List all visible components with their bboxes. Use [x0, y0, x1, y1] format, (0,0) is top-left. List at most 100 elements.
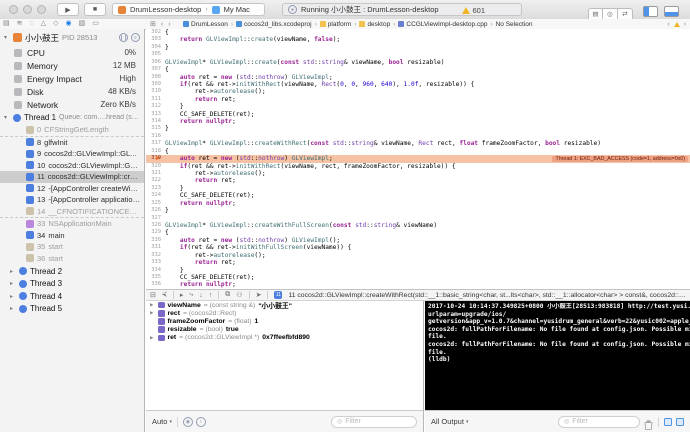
code-line[interactable]: 310 ret->autorelease(); [146, 88, 690, 95]
code-line[interactable]: 329 { [146, 229, 690, 236]
console-filter-field[interactable]: ◎ Filter [558, 415, 640, 428]
breadcrumb-item[interactable]: desktop [359, 21, 390, 28]
show-variables-view-button[interactable] [664, 417, 672, 426]
disclosure-icon[interactable]: ▸ [10, 305, 16, 312]
thread-row[interactable]: ▸ Thread 5 [0, 303, 144, 316]
find-navigator-icon[interactable]: ◌ [30, 19, 34, 29]
code-line[interactable]: 336 return nullptr; [146, 281, 690, 288]
thread-row[interactable]: ▸ Thread 3 [0, 278, 144, 291]
variables-scope-popup[interactable]: Auto ▾ [152, 417, 172, 426]
gauge-row-network[interactable]: Network Zero KB/s [0, 98, 144, 111]
stack-frame-row[interactable]: 13 -[AppController applicationD… [0, 194, 144, 206]
code-line[interactable]: 319 auto ret = new (std::nothrow) GLView… [146, 155, 690, 163]
stack-frame-row[interactable]: 8 glfwInit [0, 137, 144, 149]
disclosure-icon[interactable]: ▸ [10, 293, 16, 300]
disclosure-icon[interactable]: ▶ [150, 302, 155, 308]
disclosure-icon[interactable]: ▾ [4, 114, 10, 121]
breadcrumb-item[interactable]: CCGLViewImpl-desktop.cpp [398, 21, 487, 28]
step-out-icon[interactable]: ↑ [209, 292, 213, 299]
breakpoints-toggle-icon[interactable]: ⮘ [162, 291, 167, 299]
code-line[interactable]: 315} [146, 125, 690, 132]
location-icon[interactable]: ➤ [256, 291, 262, 299]
code-line[interactable]: 311 return ret; [146, 96, 690, 103]
warning-count-badge[interactable]: 601 [462, 6, 485, 15]
variable-row[interactable]: ▶ ret = (cocos2d::GLViewImpl *) 0x7ffeefbfd… [146, 334, 423, 342]
console-scope-popup[interactable]: All Output ▾ [431, 417, 468, 426]
code-line[interactable]: 323 } [146, 185, 690, 192]
thread-row[interactable]: ▸ Thread 2 [0, 265, 144, 278]
source-editor[interactable]: 302{303 return GLViewImpl::create(viewNa… [146, 29, 690, 289]
code-line[interactable]: 322 return ret; [146, 177, 690, 184]
variable-row[interactable]: ▶ viewName = (const string &) "小小鼓王" [146, 301, 423, 311]
breadcrumb-item[interactable]: No Selection [496, 21, 533, 28]
breakpoint-navigator-icon[interactable]: ▧ [79, 19, 86, 29]
code-line[interactable]: 321 ret->autorelease(); [146, 170, 690, 177]
variables-filter-field[interactable]: ◎ Filter [331, 415, 417, 428]
disclosure-icon[interactable]: ▶ [150, 335, 155, 341]
code-line[interactable]: 312 } [146, 103, 690, 110]
thread-row[interactable]: ▸ Thread 4 [0, 290, 144, 303]
previous-issue-icon[interactable]: ‹ [667, 21, 669, 28]
code-line[interactable]: 318 { [146, 148, 690, 155]
code-line[interactable]: 326} [146, 207, 690, 214]
code-line[interactable]: 320 if(ret && ret->initWithRect(viewName… [146, 163, 690, 170]
code-line[interactable]: 324 CC_SAFE_DELETE(ret); [146, 192, 690, 199]
clear-console-icon[interactable] [644, 417, 653, 430]
stack-frame-row[interactable]: 9cocos2d::GLViewImpl::GLViewI… [0, 148, 144, 160]
variable-row[interactable]: ▶ rect = (cocos2d::Rect) [146, 309, 423, 317]
stack-frame-row[interactable]: 14__CFNOTIFICATIONCENTER_I… [0, 206, 144, 218]
run-button[interactable]: ▶ [57, 3, 79, 16]
code-line[interactable]: 304} [146, 44, 690, 51]
code-line[interactable]: 332 ret->autorelease(); [146, 252, 690, 259]
stack-frame-row[interactable]: 33 NSApplicationMain [0, 218, 144, 230]
window-close-button[interactable] [9, 5, 18, 14]
stack-frame-row[interactable]: 0 CFStringGetLength [0, 124, 144, 137]
step-over-icon[interactable]: ⤷ [189, 291, 193, 299]
next-issue-icon[interactable]: › [684, 21, 686, 28]
continue-icon[interactable]: ▸ [180, 291, 184, 299]
scheme-selector[interactable]: DrumLesson-desktop › My Mac [112, 3, 265, 16]
code-line[interactable]: 334 } [146, 267, 690, 274]
variable-row[interactable]: frameZoomFactor = (float) 1 [146, 317, 423, 325]
code-line[interactable]: 309 if(ret && ret->initWithRect(viewName… [146, 81, 690, 88]
breadcrumb-item[interactable]: DrumLesson [183, 21, 228, 28]
code-line[interactable]: 316 [146, 133, 690, 140]
flag-filter-icon[interactable]: ◉ [182, 416, 193, 427]
code-line[interactable]: 313 CC_SAFE_DELETE(ret); [146, 111, 690, 118]
show-console-button[interactable] [676, 417, 684, 426]
variable-row[interactable]: resizable = (bool) true [146, 326, 423, 334]
view-hierarchy-icon[interactable]: ⧉ [225, 291, 230, 299]
pause-icon[interactable]: ❙❙ [119, 33, 128, 42]
gauge-row-energy[interactable]: Energy Impact High [0, 72, 144, 85]
variables-view[interactable]: ▶ viewName = (const string &) "小小鼓王" ▶ rect = … [146, 301, 424, 410]
issue-navigator-icon[interactable]: △ [41, 19, 46, 29]
code-line[interactable]: 303 return GLViewImpl::create(viewName, … [146, 36, 690, 43]
gauge-row-disk[interactable]: Disk 48 KB/s [0, 85, 144, 98]
step-into-icon[interactable]: ↓ [199, 292, 203, 299]
code-line[interactable]: 302 { [146, 29, 690, 36]
disclosure-icon[interactable]: ▸ [10, 280, 16, 287]
code-line[interactable]: 327 [146, 215, 690, 222]
stack-frame-row[interactable]: 34 main [0, 230, 144, 242]
info-filter-icon[interactable]: i [195, 416, 206, 427]
code-line[interactable]: 305 [146, 51, 690, 58]
stop-button[interactable]: ■ [84, 3, 106, 16]
code-line[interactable]: 306 GLViewImpl* GLViewImpl::create(const … [146, 59, 690, 66]
stack-frame-row[interactable]: 10cocos2d::GLViewImpl::GLVie… [0, 160, 144, 172]
gauge-row-cpu[interactable]: CPU 0% [0, 46, 144, 59]
debug-navigator-icon[interactable]: ◉ [65, 19, 71, 29]
code-line[interactable]: 335 CC_SAFE_DELETE(ret); [146, 274, 690, 281]
back-icon[interactable]: ‹ [161, 21, 163, 28]
code-line[interactable]: 325 return nullptr; [146, 200, 690, 207]
more-options-icon[interactable]: ≡ [131, 33, 140, 42]
code-line[interactable]: 307 { [146, 66, 690, 73]
window-minimize-button[interactable] [23, 5, 32, 14]
memory-graph-icon[interactable]: ⚇ [236, 291, 242, 299]
stack-frame-row[interactable]: 35 start [0, 241, 144, 253]
gauge-row-memory[interactable]: Memory 12 MB [0, 59, 144, 72]
thread-1-row[interactable]: ▾ Thread 1 Queue: com….hread (serial) [4, 112, 142, 123]
stack-frame-row[interactable]: 36 start [0, 253, 144, 265]
project-navigator-icon[interactable]: ▤ [3, 19, 10, 29]
disclosure-icon[interactable]: ▶ [150, 310, 155, 316]
process-row[interactable]: ▾ 小小鼓王 PID 28513 ❙❙ ≡ [4, 32, 140, 43]
